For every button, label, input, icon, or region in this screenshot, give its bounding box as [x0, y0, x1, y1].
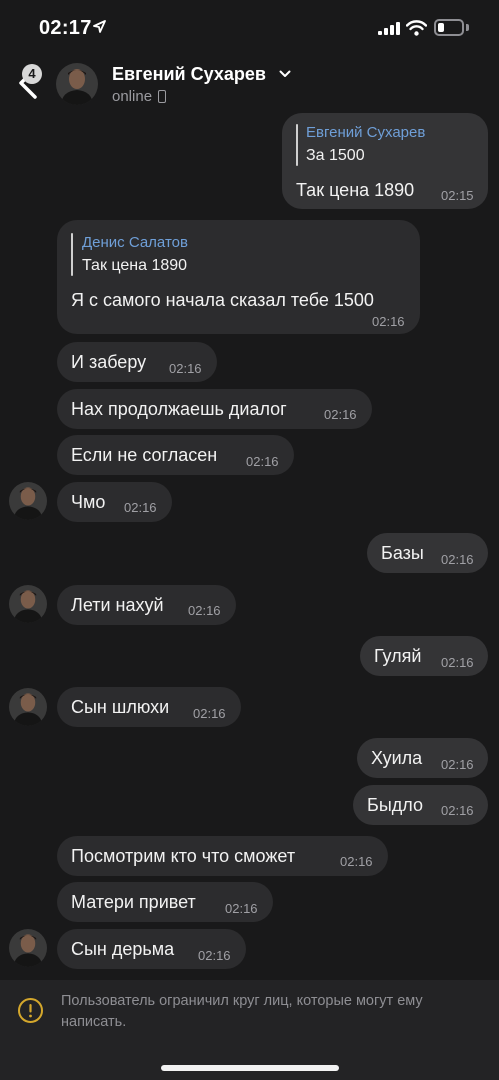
reply-author: Евгений Сухарев — [306, 124, 426, 141]
message-time: 02:16 — [441, 757, 474, 772]
message-time: 02:16 — [225, 901, 258, 916]
message-time: 02:16 — [372, 314, 405, 329]
message-text: Посмотрим кто что сможет — [71, 846, 296, 866]
message-time: 02:16 — [324, 407, 357, 422]
message-time: 02:16 — [340, 854, 373, 869]
message-text: Я с самого начала сказал тебе 1500 — [71, 290, 374, 310]
message-text: Чмо — [71, 492, 106, 512]
warning-circle-icon — [18, 998, 43, 1023]
message-text: Лети нахуй — [71, 595, 164, 615]
message-text: Так цена 1890 — [296, 180, 415, 200]
message-text: Гуляй — [374, 646, 422, 666]
message-time: 02:16 — [198, 948, 231, 963]
message-text: Быдло — [367, 795, 423, 815]
status-time: 02:17 — [39, 17, 92, 39]
message-text: Нах продолжаешь диалог — [71, 399, 287, 419]
message-text: Сын дерьма — [71, 939, 175, 959]
message-time: 02:16 — [169, 361, 202, 376]
reply-author: Денис Салатов — [82, 234, 188, 251]
sender-avatar[interactable] — [9, 585, 47, 623]
message-time: 02:16 — [441, 655, 474, 670]
contact-name[interactable]: Евгений Сухарев — [112, 64, 266, 85]
message-text: Если не согласен — [71, 445, 218, 465]
message-text: Хуила — [371, 748, 423, 768]
message-text: Сын шлюхи — [71, 697, 170, 717]
location-arrow-icon — [93, 20, 106, 33]
contact-avatar[interactable] — [56, 63, 98, 105]
status-bar: 02:17 — [0, 0, 499, 56]
sender-avatar[interactable] — [9, 482, 47, 520]
message-time: 02:16 — [193, 706, 226, 721]
reply-text: Так цена 1890 — [82, 257, 188, 274]
cellular-signal-icon — [378, 22, 400, 35]
sender-avatar[interactable] — [9, 929, 47, 967]
wifi-icon — [406, 20, 427, 36]
reply-quote-bar — [71, 233, 73, 276]
home-indicator[interactable] — [161, 1065, 339, 1071]
sender-avatar[interactable] — [9, 688, 47, 726]
unread-badge[interactable]: 4 — [22, 64, 42, 84]
battery-icon — [434, 19, 464, 36]
message-time: 02:16 — [124, 500, 157, 515]
reply-text: За 1500 — [306, 147, 365, 164]
battery-cap — [466, 24, 469, 31]
message-text: И заберу — [71, 352, 147, 372]
message-time: 02:16 — [246, 454, 279, 469]
chevron-down-icon[interactable] — [279, 70, 291, 78]
message-text: Матери привет — [71, 892, 196, 912]
restriction-notice-text: Пользователь ограничил круг лиц, которые… — [61, 993, 423, 1030]
message-time: 02:16 — [188, 603, 221, 618]
reply-quote-bar — [296, 124, 298, 166]
message-time: 02:16 — [441, 552, 474, 567]
mobile-phone-icon — [158, 90, 166, 103]
message-time: 02:16 — [441, 803, 474, 818]
message-text: Базы — [381, 543, 424, 563]
message-time: 02:15 — [441, 188, 474, 203]
contact-status: online — [112, 88, 153, 105]
